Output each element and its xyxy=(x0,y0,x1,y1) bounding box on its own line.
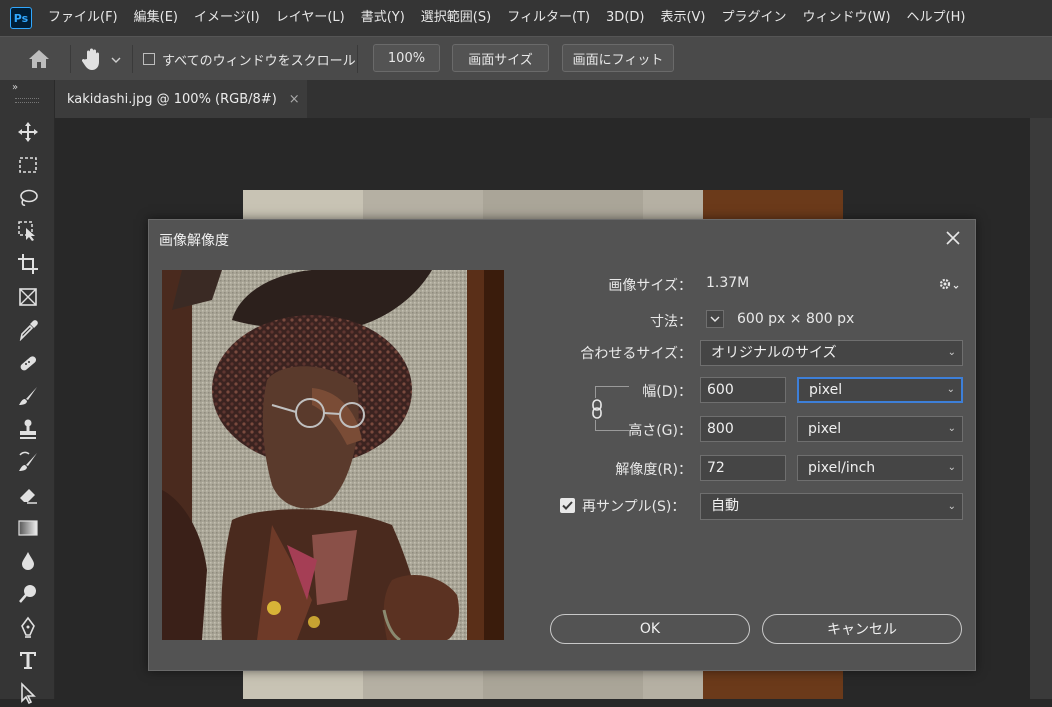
image-size-value: 1.37M xyxy=(706,275,750,291)
menu-item[interactable]: プラグイン xyxy=(714,0,795,36)
ok-button[interactable]: OK xyxy=(550,614,750,644)
menu-item[interactable]: 3D(D) xyxy=(598,0,652,36)
path-selection-tool-icon[interactable] xyxy=(14,679,42,707)
image-size-label: 画像サイズ： xyxy=(608,278,692,294)
scroll-all-label: すべてのウィンドウをスクロール xyxy=(162,54,356,69)
menu-item[interactable]: ヘルプ(H) xyxy=(899,0,974,36)
chevron-down-icon: ⌄ xyxy=(947,423,956,434)
fill-screen-button[interactable]: 画面にフィット xyxy=(562,44,674,72)
resolution-label: 解像度(R)： xyxy=(615,462,692,478)
vertical-scrollbar[interactable] xyxy=(1030,118,1052,699)
panel-collapse-icon[interactable]: » xyxy=(12,82,18,93)
frame-tool-icon[interactable] xyxy=(14,283,42,311)
close-icon[interactable]: × xyxy=(289,92,300,107)
resample-checkbox[interactable] xyxy=(560,498,575,513)
fit-to-label: 合わせるサイズ： xyxy=(580,346,692,362)
resolution-input[interactable]: 72 xyxy=(700,455,786,481)
resolution-unit-select[interactable]: pixel/inch ⌄ xyxy=(797,455,963,481)
tools-panel: » xyxy=(0,80,55,704)
fit-screen-button[interactable]: 画面サイズ xyxy=(452,44,549,72)
checkmark-icon xyxy=(562,501,573,510)
brush-tool-icon[interactable] xyxy=(14,382,42,410)
width-unit-value: pixel xyxy=(809,382,843,398)
home-icon[interactable] xyxy=(26,47,52,71)
menu-item[interactable]: ファイル(F) xyxy=(40,0,126,36)
chevron-down-icon[interactable] xyxy=(110,51,122,63)
dialog-title: 画像解像度 xyxy=(159,233,229,249)
eyedropper-tool-icon[interactable] xyxy=(14,316,42,344)
image-size-dialog: 画像解像度 画像サイズ： 1.37M 寸法： 600 px × 800 px 合… xyxy=(148,219,976,671)
dimensions-label: 寸法： xyxy=(650,314,692,330)
healing-brush-tool-icon[interactable] xyxy=(14,349,42,377)
dimensions-value: 600 px × 800 px xyxy=(737,311,855,327)
fit-to-select[interactable]: オリジナルのサイズ ⌄ xyxy=(700,340,963,366)
gradient-tool-icon[interactable] xyxy=(14,514,42,542)
scroll-all-checkbox[interactable] xyxy=(143,53,155,65)
menu-item[interactable]: 選択範囲(S) xyxy=(413,0,499,36)
document-tab[interactable]: kakidashi.jpg @ 100% (RGB/8#) × xyxy=(55,80,307,118)
height-unit-select[interactable]: pixel ⌄ xyxy=(797,416,963,442)
blur-tool-icon[interactable] xyxy=(14,547,42,575)
chevron-down-icon: ⌄ xyxy=(947,462,956,473)
close-icon[interactable] xyxy=(943,228,963,248)
width-input[interactable]: 600 xyxy=(700,377,786,403)
photoshop-logo-icon: Ps xyxy=(10,7,32,29)
width-label: 幅(D)： xyxy=(642,384,692,400)
resolution-unit-value: pixel/inch xyxy=(808,460,876,476)
marquee-tool-icon[interactable] xyxy=(14,151,42,179)
menu-item[interactable]: フィルター(T) xyxy=(499,0,598,36)
zoom-value-field[interactable]: 100% xyxy=(373,44,440,72)
menu-item[interactable]: イメージ(I) xyxy=(186,0,268,36)
gear-icon[interactable] xyxy=(937,275,961,293)
menu-items: ファイル(F) 編集(E) イメージ(I) レイヤー(L) 書式(Y) 選択範囲(S) フィ… xyxy=(40,0,973,36)
height-label: 高さ(G)： xyxy=(628,423,692,439)
resample-select[interactable]: 自動 ⌄ xyxy=(700,493,963,520)
resample-select-value: 自動 xyxy=(711,498,739,514)
chevron-down-icon: ⌄ xyxy=(947,501,956,512)
fit-to-select-value: オリジナルのサイズ xyxy=(711,345,837,361)
image-preview[interactable] xyxy=(162,270,504,640)
dimensions-toggle[interactable] xyxy=(706,310,724,328)
width-unit-select[interactable]: pixel ⌄ xyxy=(797,377,963,403)
eraser-tool-icon[interactable] xyxy=(14,481,42,509)
options-bar: すべてのウィンドウをスクロール 100% 画面サイズ 画面にフィット xyxy=(0,36,1052,80)
chevron-down-icon: ⌄ xyxy=(947,347,956,358)
crop-tool-icon[interactable] xyxy=(14,250,42,278)
cancel-button[interactable]: キャンセル xyxy=(762,614,962,644)
height-input[interactable]: 800 xyxy=(700,416,786,442)
menu-item[interactable]: 編集(E) xyxy=(126,0,186,36)
history-brush-tool-icon[interactable] xyxy=(14,448,42,476)
chevron-down-icon: ⌄ xyxy=(946,384,955,395)
lasso-tool-icon[interactable] xyxy=(14,184,42,212)
menu-item[interactable]: 表示(V) xyxy=(652,0,713,36)
pen-tool-icon[interactable] xyxy=(14,613,42,641)
menu-item[interactable]: レイヤー(L) xyxy=(268,0,353,36)
hand-tool-icon[interactable] xyxy=(80,46,104,72)
clone-stamp-tool-icon[interactable] xyxy=(14,415,42,443)
resample-label: 再サンプル(S)： xyxy=(582,499,686,515)
object-selection-tool-icon[interactable] xyxy=(14,217,42,245)
menu-item[interactable]: 書式(Y) xyxy=(353,0,413,36)
height-unit-value: pixel xyxy=(808,421,842,437)
document-tab-bar: kakidashi.jpg @ 100% (RGB/8#) × xyxy=(55,80,1052,118)
move-tool-icon[interactable] xyxy=(14,118,42,146)
menu-item[interactable]: ウィンドウ(W) xyxy=(795,0,899,36)
menu-bar: Ps ファイル(F) 編集(E) イメージ(I) レイヤー(L) 書式(Y) 選択範囲(S… xyxy=(0,0,1052,36)
chevron-down-icon xyxy=(710,316,720,322)
link-chain-icon[interactable] xyxy=(589,398,605,420)
document-tab-title: kakidashi.jpg @ 100% (RGB/8#) xyxy=(67,91,277,107)
dodge-tool-icon[interactable] xyxy=(14,580,42,608)
panel-grip[interactable] xyxy=(15,98,39,103)
type-tool-icon[interactable] xyxy=(14,646,42,674)
